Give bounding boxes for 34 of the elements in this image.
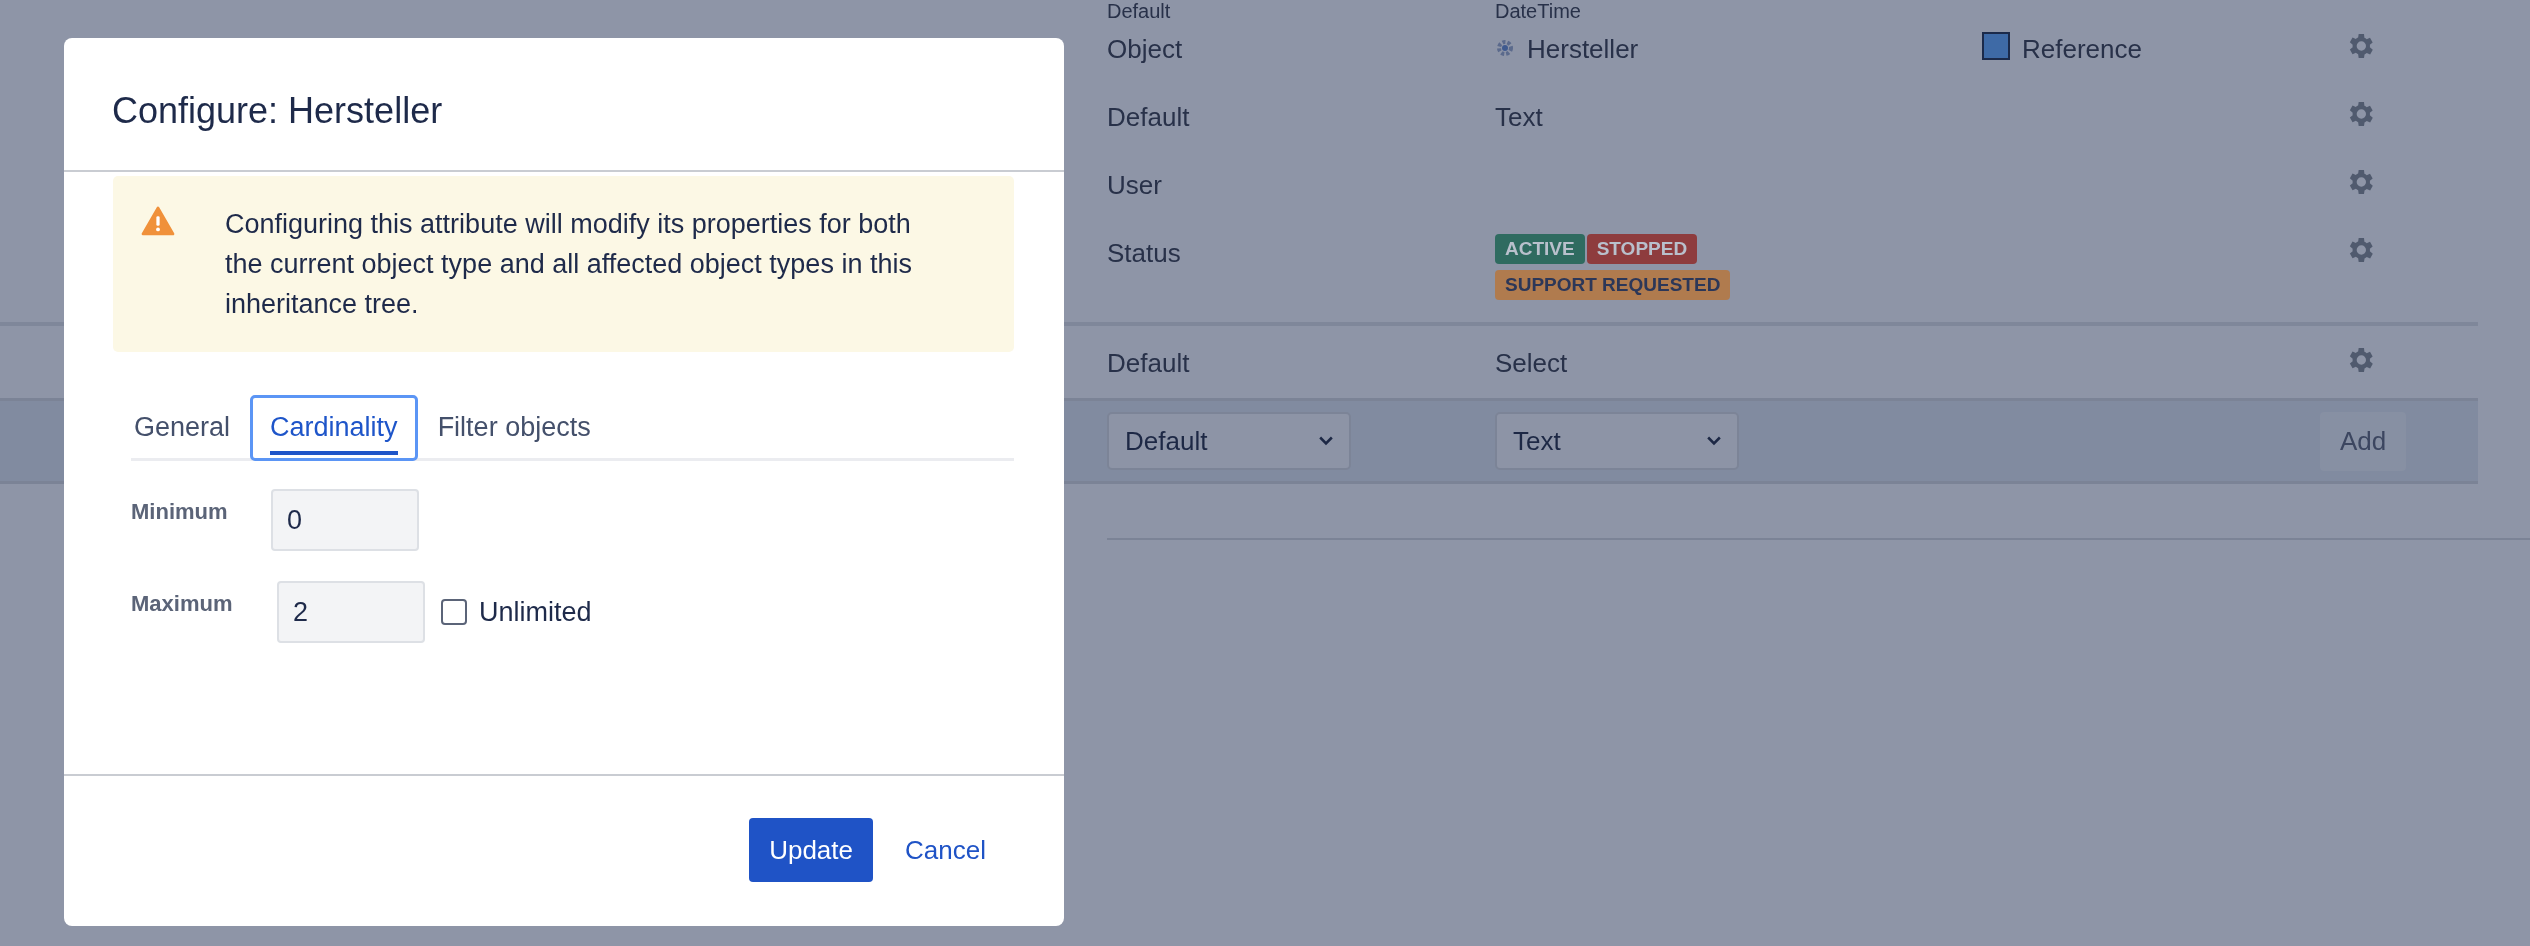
field-label: Minimum bbox=[131, 499, 229, 525]
number-field[interactable]: 0 bbox=[271, 489, 419, 551]
checkbox-label[interactable]: Unlimited bbox=[479, 596, 592, 628]
update-button[interactable]: Update bbox=[749, 818, 874, 882]
reference-swatch bbox=[1982, 31, 2010, 60]
attribute-value: DateTime bbox=[1495, 0, 1581, 22]
attribute-type: Default bbox=[1107, 348, 1191, 379]
number-field[interactable]: 2 bbox=[277, 581, 425, 643]
attribute-type: User bbox=[1107, 170, 1163, 201]
warning-icon bbox=[141, 206, 175, 236]
cancel-link[interactable]: Cancel bbox=[893, 834, 998, 866]
field-label: Maximum bbox=[131, 591, 234, 617]
chevron-down-icon bbox=[1319, 436, 1333, 446]
attribute-type: Default bbox=[1107, 102, 1191, 133]
attribute-value: Select bbox=[1495, 348, 1568, 379]
tab[interactable]: Cardinality bbox=[250, 395, 418, 461]
tab[interactable]: Filter objects bbox=[417, 395, 611, 461]
attribute-value: Text bbox=[1495, 102, 1543, 133]
reference-label: Reference bbox=[2022, 34, 2142, 65]
warning-text: Configuring this attribute will modify its properties for both the current object type and all affected object types in this inheritance tree. bbox=[225, 208, 913, 321]
chevron-down-icon bbox=[1707, 436, 1721, 446]
status-lozenge: ACTIVE bbox=[1495, 234, 1585, 264]
attribute-type: Status bbox=[1107, 238, 1182, 269]
attribute-type: Default bbox=[1107, 0, 1172, 22]
attribute-value: Hersteller bbox=[1527, 34, 1639, 65]
type-select[interactable]: Default bbox=[1107, 412, 1351, 470]
status-lozenge: STOPPED bbox=[1586, 234, 1698, 264]
checkbox[interactable] bbox=[441, 599, 467, 625]
dialog-title: Configure: Hersteller bbox=[112, 90, 443, 132]
attribute-type: Object bbox=[1107, 34, 1184, 65]
status-lozenge: SUPPORT REQUESTED bbox=[1495, 270, 1731, 300]
tab[interactable]: General bbox=[131, 395, 251, 461]
gear-icon bbox=[1495, 37, 1515, 58]
value-select[interactable]: Text bbox=[1495, 412, 1739, 470]
